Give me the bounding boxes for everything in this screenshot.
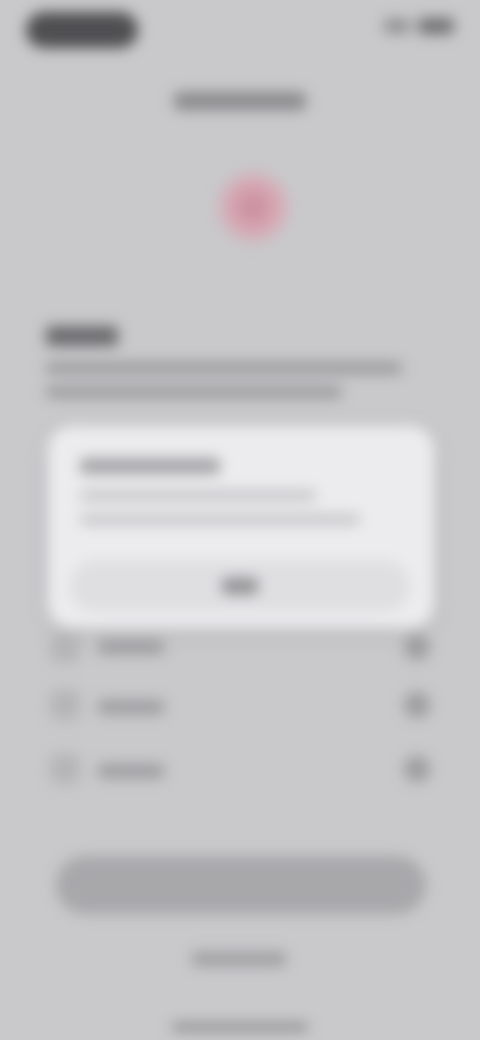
list-item-icon — [50, 690, 80, 720]
alert-body — [80, 490, 316, 501]
primary-button-label — [0, 0, 1, 1]
alert-ok-button-label — [222, 578, 258, 594]
list-item-label — [98, 700, 164, 714]
primary-button[interactable] — [56, 856, 426, 914]
signal-icon — [384, 19, 410, 33]
alert-body-line-2 — [80, 514, 360, 525]
home-indicator — [172, 1024, 308, 1030]
hero-icon — [214, 168, 292, 246]
list-item-label — [98, 640, 164, 654]
alert-title — [80, 458, 220, 474]
list-item-icon — [50, 632, 80, 662]
page-title — [0, 92, 480, 116]
list-item-label — [98, 764, 164, 778]
section-paragraph-line-2 — [46, 386, 342, 398]
chevron-icon[interactable] — [404, 756, 430, 782]
page-title-text — [174, 92, 306, 110]
chevron-icon[interactable] — [404, 634, 430, 660]
status-time-pill — [26, 12, 138, 48]
section-paragraph — [46, 362, 402, 374]
section-heading — [46, 326, 118, 346]
chevron-icon[interactable] — [404, 692, 430, 718]
blurred-screen — [0, 0, 480, 1040]
status-icons — [384, 18, 454, 34]
secondary-link[interactable] — [192, 952, 286, 966]
battery-icon — [418, 18, 454, 34]
list-item-icon — [50, 754, 80, 784]
